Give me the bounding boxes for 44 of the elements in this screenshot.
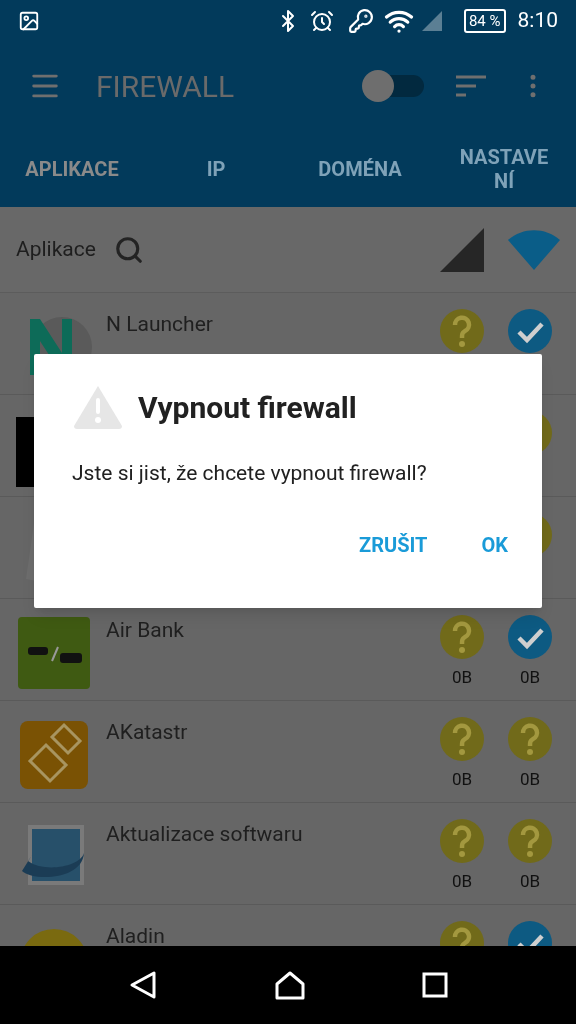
checkmark-icon[interactable] bbox=[508, 309, 552, 353]
checkmark-icon[interactable] bbox=[508, 615, 552, 659]
dialog-message: Jste si jist, že chcete vypnout firewall? bbox=[72, 460, 428, 487]
app-title: FIREWALL bbox=[96, 67, 235, 106]
sort-icon[interactable] bbox=[456, 74, 486, 98]
tab[interactable]: IP bbox=[144, 130, 288, 207]
warning-icon bbox=[72, 384, 124, 430]
app-name: Air Bank bbox=[106, 618, 184, 642]
battery-indicator: 84 % bbox=[463, 9, 506, 33]
mobile-usage: 0B bbox=[451, 666, 473, 689]
wifi-icon[interactable] bbox=[508, 229, 560, 270]
firewall-switch[interactable] bbox=[362, 72, 424, 100]
tab[interactable]: APLIKACE bbox=[0, 130, 144, 207]
dialog-button[interactable]: ZRUŠIT bbox=[341, 521, 446, 568]
mobile-signal-icon[interactable] bbox=[440, 227, 484, 272]
back-icon[interactable] bbox=[128, 970, 158, 1000]
filter-label: Aplikace bbox=[16, 235, 96, 263]
mobile-usage: 0B bbox=[451, 870, 473, 893]
alarm-icon bbox=[309, 9, 334, 33]
question-icon[interactable] bbox=[440, 615, 484, 659]
app-icon bbox=[16, 615, 92, 691]
tab[interactable]: DOMÉNA bbox=[288, 130, 432, 207]
recents-icon[interactable] bbox=[422, 972, 448, 998]
search-icon[interactable] bbox=[113, 234, 144, 265]
tab[interactable]: NASTAVENÍ bbox=[432, 130, 576, 207]
home-icon[interactable] bbox=[274, 970, 306, 1000]
wifi-usage: 0B bbox=[519, 768, 541, 791]
wifi-usage: 0B bbox=[519, 666, 541, 689]
wifi-usage: 0B bbox=[519, 870, 541, 893]
question-icon[interactable] bbox=[508, 819, 552, 863]
key-icon bbox=[347, 8, 374, 34]
question-icon[interactable] bbox=[440, 717, 484, 761]
question-icon[interactable] bbox=[440, 819, 484, 863]
question-icon[interactable] bbox=[508, 717, 552, 761]
image-icon bbox=[18, 10, 40, 32]
app-name: Aladin bbox=[106, 924, 165, 946]
app-name: N Launcher bbox=[106, 312, 213, 336]
clock-time: 8:10 bbox=[517, 7, 558, 35]
dialog-title: Vypnout firewall bbox=[138, 388, 357, 427]
app-name: Aktualizace softwaru bbox=[106, 822, 303, 846]
app-name: AKatastr bbox=[106, 720, 188, 744]
mobile-usage: 0B bbox=[451, 768, 473, 791]
question-icon[interactable] bbox=[440, 309, 484, 353]
dialog-button[interactable]: OK bbox=[463, 521, 526, 568]
